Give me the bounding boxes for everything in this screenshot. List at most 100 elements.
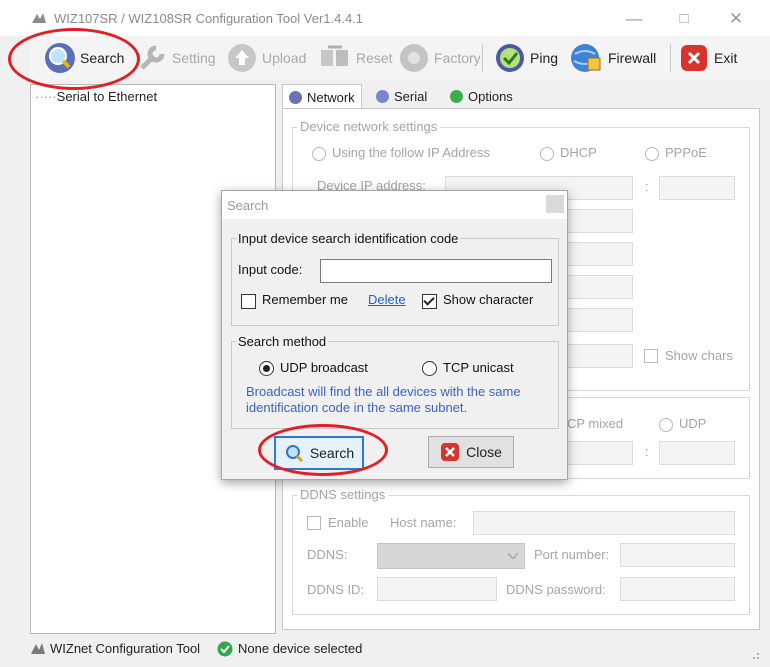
exit-toolbar-label: Exit	[714, 50, 738, 66]
ping-toolbar-label: Ping	[530, 50, 559, 66]
dhcp-label: DHCP	[560, 145, 597, 160]
upload-toolbar-button[interactable]: Upload	[226, 41, 306, 75]
search-toolbar-highlight	[8, 28, 140, 90]
dialog-search-highlight	[258, 424, 388, 476]
ddns-port-label: Port number:	[534, 547, 610, 562]
tab-options-label: Options	[468, 88, 513, 104]
remember-me-label: Remember me	[262, 292, 348, 307]
input-code-label: Input code:	[238, 262, 303, 277]
toolbar-separator	[482, 44, 483, 72]
identification-code-title: Input device search identification code	[236, 231, 461, 246]
host-name-label: Host name:	[390, 515, 457, 530]
dialog-close-label: Close	[466, 444, 502, 460]
chevron-down-icon	[508, 553, 518, 559]
device-port-field[interactable]	[659, 176, 735, 200]
firewall-globe-icon	[571, 44, 601, 72]
serial-tab-icon	[376, 89, 389, 103]
reset-toolbar-label: Reset	[356, 50, 393, 66]
udp-mode-radio[interactable]	[659, 418, 673, 432]
resize-grip-icon[interactable]	[748, 648, 760, 660]
close-window-button[interactable]: ✕	[716, 6, 756, 32]
title-bar: WIZ107SR / WIZ108SR Configuration Tool V…	[0, 0, 770, 36]
options-tab-icon	[450, 89, 463, 103]
search-dialog-title: Search	[227, 198, 269, 213]
tab-serial-label: Serial	[394, 88, 428, 104]
toolbar: Search Setting Upload Reset Factory Ping…	[30, 36, 770, 80]
setting-toolbar-label: Setting	[172, 50, 216, 66]
firewall-toolbar-label: Firewall	[608, 50, 657, 66]
ddns-enable-checkbox[interactable]	[307, 516, 321, 530]
show-chars-label: Show chars	[665, 348, 733, 363]
tcp-unicast-label: TCP unicast	[443, 360, 514, 375]
dns-field[interactable]	[567, 275, 633, 299]
search-method-title: Search method	[236, 334, 329, 349]
tab-serial[interactable]: Serial	[370, 84, 433, 108]
show-chars-checkbox[interactable]	[644, 349, 658, 363]
ddns-settings-title: DDNS settings	[297, 487, 389, 502]
ddns-password-field[interactable]	[620, 577, 735, 601]
remote-port-colon: :	[645, 444, 649, 459]
ping-check-icon	[496, 44, 524, 72]
close-icon	[441, 443, 460, 461]
ddns-provider-select[interactable]	[377, 543, 525, 569]
dialog-close-button[interactable]: Close	[428, 436, 514, 468]
window-title: WIZ107SR / WIZ108SR Configuration Tool V…	[54, 11, 364, 26]
pppoe-radio[interactable]	[645, 147, 659, 161]
app-icon	[32, 13, 46, 23]
network-tab-icon	[289, 91, 302, 104]
tree-connector: ·····	[35, 89, 57, 104]
search-dialog-titlebar: Search	[222, 191, 567, 219]
setting-toolbar-button[interactable]: Setting	[136, 41, 216, 75]
ddns-port-field[interactable]	[620, 543, 735, 567]
tab-network[interactable]: Network	[282, 84, 362, 110]
input-code-field[interactable]	[320, 259, 552, 283]
exit-icon	[681, 45, 707, 71]
pppoe-id-field[interactable]	[567, 308, 633, 332]
delete-link[interactable]: Delete	[368, 292, 406, 307]
tree-item-label: Serial to Ethernet	[56, 89, 158, 104]
dialog-close-icon[interactable]	[546, 195, 564, 213]
ddns-provider-label: DDNS:	[307, 547, 348, 562]
udp-mode-label: UDP	[679, 416, 707, 431]
tcp-mixed-label: CP mixed	[567, 416, 624, 431]
pppoe-label: PPPoE	[665, 145, 707, 160]
tree-item-serial-to-ethernet[interactable]: ·····Serial to Ethernet	[35, 89, 157, 104]
gateway-field[interactable]	[567, 242, 633, 266]
reset-toolbar-button[interactable]: Reset	[318, 41, 393, 75]
pppoe-password-field[interactable]	[567, 344, 633, 368]
toolbar-separator	[670, 44, 671, 72]
show-character-label: Show character	[443, 292, 534, 307]
show-character-checkbox[interactable]	[422, 294, 437, 309]
broadcast-hint: Broadcast will find the all devices with…	[246, 384, 521, 415]
port-colon: :	[645, 179, 649, 194]
static-ip-label: Using the follow IP Address	[332, 145, 491, 160]
tcp-unicast-radio[interactable]	[422, 361, 437, 376]
status-check-icon	[217, 641, 233, 657]
minimize-button[interactable]: —	[614, 6, 654, 32]
dhcp-radio[interactable]	[540, 147, 554, 161]
reset-icon	[321, 45, 348, 66]
ddns-id-field[interactable]	[377, 577, 497, 601]
exit-toolbar-button[interactable]: Exit	[678, 41, 737, 75]
tab-network-label: Network	[307, 90, 355, 105]
udp-broadcast-radio[interactable]	[259, 361, 274, 376]
host-name-field[interactable]	[473, 511, 735, 535]
tab-options[interactable]: Options	[444, 84, 519, 108]
ddns-id-label: DDNS ID:	[307, 582, 365, 597]
wrench-icon	[140, 45, 165, 70]
wiznet-icon	[31, 643, 45, 654]
factory-toolbar-button[interactable]: Factory	[398, 41, 481, 75]
static-ip-radio[interactable]	[312, 147, 326, 161]
maximize-button[interactable]: □	[664, 6, 704, 32]
remember-me-checkbox[interactable]	[241, 294, 256, 309]
firewall-toolbar-button[interactable]: Firewall	[570, 41, 656, 75]
subnet-field[interactable]	[567, 209, 633, 233]
device-network-settings-title: Device network settings	[297, 119, 441, 134]
factory-icon	[400, 44, 428, 72]
ddns-enable-label: Enable	[328, 515, 369, 530]
ping-toolbar-button[interactable]: Ping	[494, 41, 558, 75]
factory-toolbar-label: Factory	[434, 50, 481, 66]
status-device: None device selected	[238, 641, 363, 656]
remote-port-field[interactable]	[659, 441, 735, 465]
remote-ip-field[interactable]	[567, 441, 633, 465]
